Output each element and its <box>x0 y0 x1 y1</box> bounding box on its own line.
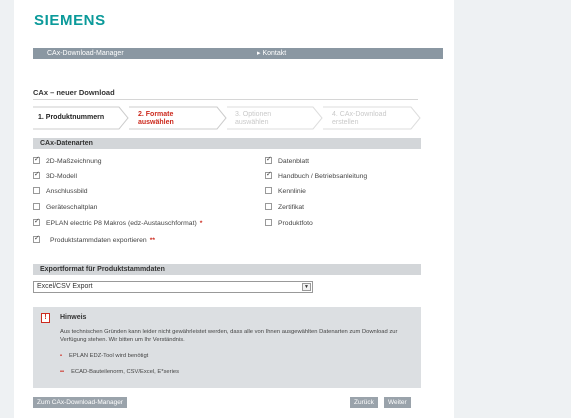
checkbox-box[interactable] <box>33 187 40 194</box>
page-container: SIEMENS CAx-Download-Manager ▸ Kontakt C… <box>14 0 454 418</box>
exportformat-select[interactable]: Excel/CSV Export ▼ <box>33 281 313 293</box>
checkbox-geraeteschaltplan[interactable]: Geräteschaltplan <box>33 203 97 212</box>
dropdown-arrow-icon[interactable]: ▼ <box>302 283 311 291</box>
step-4-label-line2: erstellen <box>332 119 359 126</box>
step-4-label: 4. CAx-Download erstellen <box>332 111 386 127</box>
checkbox-box[interactable] <box>33 218 40 226</box>
hint-note-2-text: ECAD-Bauteilenorm, CSV/Excel, E*series <box>71 369 179 375</box>
checkbox-label: Anschlussbild <box>46 188 88 195</box>
hint-note-1-text: EPLAN EDZ-Tool wird benötigt <box>69 353 149 359</box>
wizard-steps: 1. Produktnummern 2. Formate auswählen 3.… <box>33 106 421 130</box>
checkbox-kennlinie[interactable]: Kennlinie <box>265 187 306 196</box>
checkbox-box[interactable] <box>265 219 272 226</box>
checkbox-anschlussbild[interactable]: Anschlussbild <box>33 187 88 196</box>
checkbox-eplan-makros[interactable]: EPLAN electric P8 Makros (edz-Austauschf… <box>33 218 203 228</box>
checkbox-label: Geräteschaltplan <box>46 204 98 211</box>
hint-title: Hinweis <box>60 314 87 321</box>
step-2-label: 2. Formate auswählen <box>138 111 174 127</box>
checkbox-label: Datenblatt <box>278 158 309 165</box>
back-button[interactable]: Zurück <box>350 397 378 408</box>
step-produktnummern[interactable]: 1. Produktnummern <box>33 106 129 130</box>
back-to-manager-button[interactable]: Zum CAx-Download-Manager <box>33 397 127 408</box>
footnote-star: ** <box>149 237 156 244</box>
checkbox-label: 2D-Maßzeichnung <box>46 158 102 165</box>
checkbox-produktstammdaten[interactable]: Produktstammdaten exportieren** <box>33 235 156 245</box>
checkbox-box[interactable] <box>33 235 40 243</box>
step-1-label: 1. Produktnummern <box>38 114 105 121</box>
main-nav: CAx-Download-Manager ▸ Kontakt <box>33 48 443 59</box>
checkbox-box[interactable] <box>265 187 272 194</box>
checkbox-label: EPLAN electric P8 Makros (edz-Austauschf… <box>46 220 197 227</box>
hint-text: Aus technischen Gründen kann leider nich… <box>60 329 398 343</box>
hint-note-2: •• ECAD-Bauteilenorm, CSV/Excel, E*series <box>60 369 179 375</box>
checkbox-produktfoto[interactable]: Produktfoto <box>265 219 313 228</box>
nav-kontakt[interactable]: ▸ Kontakt <box>257 48 286 59</box>
checkbox-label: Produktfoto <box>278 220 313 227</box>
hint-box: ! Hinweis Aus technischen Gründen kann l… <box>33 307 421 388</box>
checkbox-label: Handbuch / Betriebsanleitung <box>278 173 368 180</box>
checkbox-label: 3D-Modell <box>46 173 77 180</box>
cax-datenarten-heading: CAx-Datenarten <box>33 138 421 149</box>
checkbox-datenblatt[interactable]: Datenblatt <box>265 156 309 166</box>
checkbox-2d-masszeichnung[interactable]: 2D-Maßzeichnung <box>33 156 102 166</box>
step-4-label-line1: 4. CAx-Download <box>332 111 387 118</box>
checkbox-zertifikat[interactable]: Zertifikat <box>265 203 304 212</box>
step-3-label-line2: auswählen <box>235 119 269 126</box>
siemens-logo[interactable]: SIEMENS <box>34 12 106 29</box>
checkbox-box[interactable] <box>33 203 40 210</box>
checkbox-box[interactable] <box>265 156 272 164</box>
checkbox-label: Zertifikat <box>278 204 305 211</box>
checkbox-label: Produktstammdaten exportieren <box>50 237 147 244</box>
exportformat-selected-value: Excel/CSV Export <box>37 283 93 290</box>
checkbox-box[interactable] <box>265 171 272 179</box>
note-2-bullet: •• <box>60 369 65 375</box>
hint-note-1: • EPLAN EDZ-Tool wird benötigt <box>60 353 148 359</box>
step-3-label-line1: 3. Optionen <box>235 111 272 118</box>
checkbox-box[interactable] <box>33 156 40 164</box>
step-optionen-auswaehlen: 3. Optionen auswählen <box>227 106 323 130</box>
step-2-label-line1: 2. Formate <box>138 111 174 118</box>
checkbox-handbuch[interactable]: Handbuch / Betriebsanleitung <box>265 171 368 181</box>
nav-cax-download-manager[interactable]: CAx-Download-Manager <box>47 48 124 59</box>
checkbox-3d-modell[interactable]: 3D-Modell <box>33 171 77 181</box>
title-divider <box>33 99 418 100</box>
footnote-star: * <box>199 220 203 227</box>
step-cax-download-erstellen: 4. CAx-Download erstellen <box>323 106 421 130</box>
step-formate-auswaehlen[interactable]: 2. Formate auswählen <box>129 106 227 130</box>
warning-icon: ! <box>41 313 50 323</box>
next-button[interactable]: Weiter <box>384 397 411 408</box>
page-title: CAx – neuer Download <box>33 88 115 97</box>
exportformat-heading: Exportformat für Produktstammdaten <box>33 264 421 275</box>
checkbox-label: Kennlinie <box>278 188 306 195</box>
note-1-bullet: • <box>60 353 63 359</box>
step-2-label-line2: auswählen <box>138 119 174 126</box>
step-3-label: 3. Optionen auswählen <box>235 111 271 127</box>
checkbox-box[interactable] <box>265 203 272 210</box>
checkbox-box[interactable] <box>33 171 40 179</box>
